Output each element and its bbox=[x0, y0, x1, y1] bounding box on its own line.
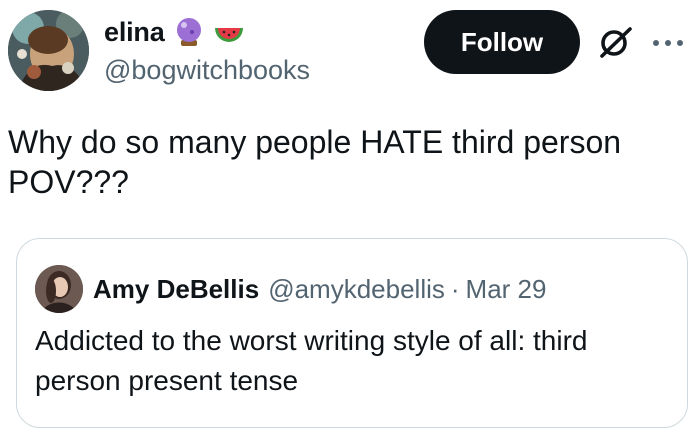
quote-text: Addicted to the worst writing style of a… bbox=[35, 325, 588, 396]
tweet: elina @bogwitchbooks Follow Why do so ma… bbox=[0, 0, 700, 437]
quote-header: Amy DeBellis @amykdebellis · Mar 29 bbox=[93, 269, 546, 309]
quote-author-avatar[interactable] bbox=[35, 265, 83, 313]
quote-separator: · bbox=[450, 273, 460, 304]
grok-icon[interactable] bbox=[597, 24, 633, 60]
watermelon-emoji bbox=[213, 16, 245, 48]
author-name-row: elina bbox=[104, 12, 245, 52]
quote-author-handle[interactable]: @amykdebellis bbox=[268, 274, 445, 305]
quote-author-name[interactable]: Amy DeBellis bbox=[93, 274, 259, 305]
crystal-ball-emoji bbox=[173, 16, 205, 48]
quote-tweet-card[interactable]: Amy DeBellis @amykdebellis · Mar 29 Addi… bbox=[16, 238, 688, 428]
author-handle[interactable]: @bogwitchbooks bbox=[104, 55, 310, 86]
tweet-text: Why do so many people HATE third person … bbox=[8, 124, 622, 200]
more-icon[interactable] bbox=[651, 26, 685, 60]
author-avatar[interactable] bbox=[8, 10, 89, 91]
author-display-name[interactable]: elina bbox=[104, 17, 165, 48]
follow-button[interactable]: Follow bbox=[424, 10, 580, 74]
quote-date[interactable]: Mar 29 bbox=[466, 274, 547, 305]
